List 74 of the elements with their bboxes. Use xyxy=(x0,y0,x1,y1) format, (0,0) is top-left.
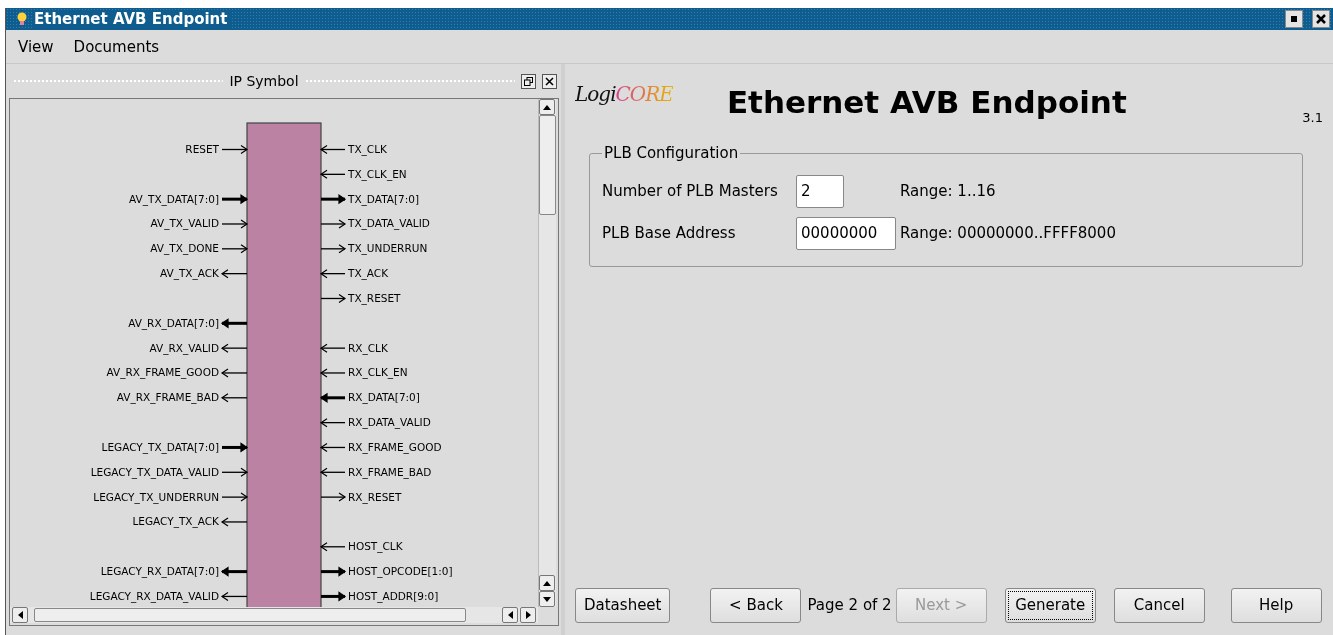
range-label: Range: 1..16 xyxy=(900,182,997,200)
pin-label: LEGACY_TX_DATA[7:0] xyxy=(101,440,219,453)
pin-label: RESET xyxy=(185,143,219,155)
pin-label: LEGACY_TX_ACK xyxy=(132,515,219,528)
pin-label: RX_DATA[7:0] xyxy=(348,391,420,404)
dialog-button[interactable]: Datasheet xyxy=(575,587,671,623)
dialog-button[interactable]: Help xyxy=(1230,587,1322,623)
pin-label: AV_TX_DATA[7:0] xyxy=(129,192,219,205)
maximize-button[interactable] xyxy=(1285,10,1303,28)
up-arrow-icon xyxy=(543,580,551,586)
pin-label: LEGACY_TX_UNDERRUN xyxy=(93,490,219,503)
scrollbar-thumb[interactable] xyxy=(34,608,466,622)
pin-label: TX_CLK_EN xyxy=(348,167,407,180)
pin-label: AV_RX_VALID xyxy=(149,341,219,354)
pin-label: RX_CLK xyxy=(348,341,388,354)
pin-label: TX_DATA_VALID xyxy=(348,217,430,230)
pin-label: RX_DATA_VALID xyxy=(348,416,431,429)
close-icon xyxy=(1316,14,1326,24)
pin-label: AV_TX_VALID xyxy=(150,217,219,230)
text-field[interactable]: 2 xyxy=(796,174,844,208)
panel-title: IP Symbol xyxy=(229,73,299,89)
up-arrow-icon xyxy=(543,104,551,110)
dialog-button[interactable]: Generate xyxy=(1004,587,1096,623)
range-label: Range: 00000000..FFFF8000 xyxy=(900,224,1117,242)
pin-label: RX_FRAME_GOOD xyxy=(348,440,442,453)
close-button[interactable] xyxy=(1312,10,1330,28)
scroll-up-button[interactable] xyxy=(539,99,555,115)
pin-label: LEGACY_RX_DATA[7:0] xyxy=(100,565,219,578)
pin-label: AV_TX_DONE xyxy=(150,242,219,255)
left-arrow-icon xyxy=(17,611,23,619)
pin-label: RX_RESET xyxy=(348,490,402,503)
menu-item[interactable]: Documents xyxy=(73,37,160,56)
restore-button[interactable] xyxy=(521,73,536,89)
field-label: Number of PLB Masters xyxy=(602,182,779,200)
field-label: PLB Base Address xyxy=(602,224,737,242)
down-arrow-icon xyxy=(543,596,551,602)
left-arrow-icon xyxy=(507,611,513,619)
scroll-left-button[interactable] xyxy=(12,607,28,623)
group-title: PLB Configuration xyxy=(603,144,740,162)
pin-label: HOST_CLK xyxy=(348,540,403,553)
pin-label: AV_RX_DATA[7:0] xyxy=(128,316,219,329)
scroll-down-button[interactable] xyxy=(539,591,555,607)
pin-label: TX_DATA[7:0] xyxy=(348,192,419,205)
scroll-up-button[interactable] xyxy=(539,575,555,591)
pin-label: RX_FRAME_BAD xyxy=(348,465,432,478)
page-indicator: Page 2 of 2 xyxy=(807,596,892,614)
pin-label: AV_RX_FRAME_BAD xyxy=(116,391,219,404)
pin-label: TX_UNDERRUN xyxy=(348,242,428,255)
text-field[interactable]: 00000000 xyxy=(796,216,896,250)
pin-label: RX_CLK_EN xyxy=(348,366,408,379)
pin-label: AV_TX_ACK xyxy=(159,267,219,280)
pin-label: AV_RX_FRAME_GOOD xyxy=(106,366,219,379)
scroll-right-button[interactable] xyxy=(520,607,536,623)
version-label: 3.1 xyxy=(1302,110,1323,125)
menu-item[interactable]: View xyxy=(18,37,54,56)
pin-label: TX_CLK xyxy=(348,143,387,155)
square-icon xyxy=(1291,16,1297,22)
restore-icon xyxy=(524,76,533,86)
scroll-left-button[interactable] xyxy=(502,607,518,623)
pin-label: LEGACY_TX_DATA_VALID xyxy=(90,465,219,478)
scrollbar-thumb[interactable] xyxy=(539,115,556,215)
pin-label: HOST_ADDR[9:0] xyxy=(348,589,439,602)
close-button[interactable] xyxy=(542,73,557,89)
pin-label: TX_RESET xyxy=(348,292,401,304)
right-arrow-icon xyxy=(525,611,531,619)
pin-label: TX_ACK xyxy=(348,267,389,280)
dialog-button[interactable]: < Back xyxy=(710,587,802,623)
close-icon xyxy=(545,76,554,86)
page-title: Ethernet AVB Endpoint xyxy=(726,84,1128,120)
lightbulb-icon xyxy=(16,11,28,27)
window-title: Ethernet AVB Endpoint xyxy=(34,10,232,28)
dialog-button[interactable]: Cancel xyxy=(1113,587,1205,623)
pin-label: HOST_OPCODE[1:0] xyxy=(348,565,453,578)
pin-label: LEGACY_RX_DATA_VALID xyxy=(89,589,219,602)
